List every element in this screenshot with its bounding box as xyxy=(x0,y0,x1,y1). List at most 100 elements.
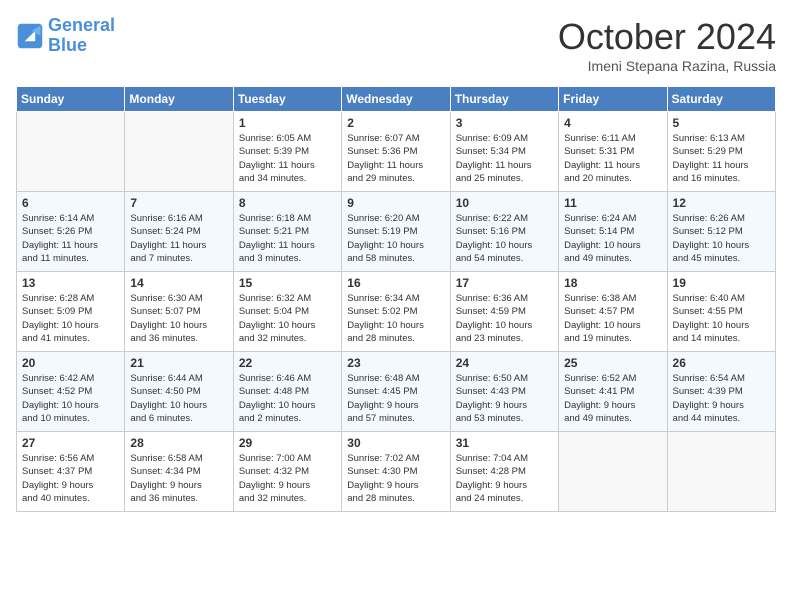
day-info: Sunrise: 6:40 AM Sunset: 4:55 PM Dayligh… xyxy=(673,292,770,345)
calendar-cell: 7 Sunrise: 6:16 AM Sunset: 5:24 PM Daylig… xyxy=(125,192,233,272)
calendar-cell: 27 Sunrise: 6:56 AM Sunset: 4:37 PM Dayli… xyxy=(17,432,125,512)
day-info: Sunrise: 6:09 AM Sunset: 5:34 PM Dayligh… xyxy=(456,132,553,185)
day-info: Sunrise: 6:46 AM Sunset: 4:48 PM Dayligh… xyxy=(239,372,336,425)
day-info: Sunrise: 6:44 AM Sunset: 4:50 PM Dayligh… xyxy=(130,372,227,425)
calendar-table: SundayMondayTuesdayWednesdayThursdayFrid… xyxy=(16,86,776,512)
day-number: 22 xyxy=(239,356,336,370)
day-info: Sunrise: 6:16 AM Sunset: 5:24 PM Dayligh… xyxy=(130,212,227,265)
calendar-cell: 21Sunrise: 6:44 AM Sunset: 4:50 PM Dayli… xyxy=(125,352,233,432)
day-info: Sunrise: 6:56 AM Sunset: 4:37 PM Dayligh… xyxy=(22,452,119,505)
calendar-week-4: 20 Sunrise: 6:42 AM Sunset: 4:52 PM Dayli… xyxy=(17,352,776,432)
day-number: 11 xyxy=(564,196,661,210)
day-number: 15 xyxy=(239,276,336,290)
calendar-cell: 9Sunrise: 6:20 AM Sunset: 5:19 PM Daylig… xyxy=(342,192,450,272)
calendar-cell: 10 Sunrise: 6:22 AM Sunset: 5:16 PM Dayli… xyxy=(450,192,558,272)
weekday-header-monday: Monday xyxy=(125,87,233,112)
day-info: Sunrise: 6:42 AM Sunset: 4:52 PM Dayligh… xyxy=(22,372,119,425)
calendar-cell: 22 Sunrise: 6:46 AM Sunset: 4:48 PM Dayli… xyxy=(233,352,341,432)
day-info: Sunrise: 7:00 AM Sunset: 4:32 PM Dayligh… xyxy=(239,452,336,505)
calendar-cell: 16Sunrise: 6:34 AM Sunset: 5:02 PM Dayli… xyxy=(342,272,450,352)
day-number: 3 xyxy=(456,116,553,130)
calendar-cell xyxy=(559,432,667,512)
day-number: 13 xyxy=(22,276,119,290)
calendar-cell: 20 Sunrise: 6:42 AM Sunset: 4:52 PM Dayli… xyxy=(17,352,125,432)
calendar-cell: 14Sunrise: 6:30 AM Sunset: 5:07 PM Dayli… xyxy=(125,272,233,352)
day-info: Sunrise: 7:04 AM Sunset: 4:28 PM Dayligh… xyxy=(456,452,553,505)
calendar-cell: 6 Sunrise: 6:14 AM Sunset: 5:26 PM Daylig… xyxy=(17,192,125,272)
day-info: Sunrise: 6:24 AM Sunset: 5:14 PM Dayligh… xyxy=(564,212,661,265)
calendar-cell: 23 Sunrise: 6:48 AM Sunset: 4:45 PM Dayli… xyxy=(342,352,450,432)
day-number: 17 xyxy=(456,276,553,290)
day-number: 30 xyxy=(347,436,444,450)
day-number: 20 xyxy=(22,356,119,370)
logo: General Blue xyxy=(16,16,115,56)
weekday-header-sunday: Sunday xyxy=(17,87,125,112)
month-title: October 2024 xyxy=(558,16,776,58)
day-info: Sunrise: 6:26 AM Sunset: 5:12 PM Dayligh… xyxy=(673,212,770,265)
page-header: General Blue October 2024 Imeni Stepana … xyxy=(16,16,776,74)
weekday-header-saturday: Saturday xyxy=(667,87,775,112)
calendar-week-1: 1 Sunrise: 6:05 AM Sunset: 5:39 PM Daylig… xyxy=(17,112,776,192)
day-info: Sunrise: 6:13 AM Sunset: 5:29 PM Dayligh… xyxy=(673,132,770,185)
day-number: 16 xyxy=(347,276,444,290)
logo-text: General Blue xyxy=(48,16,115,56)
calendar-cell: 11 Sunrise: 6:24 AM Sunset: 5:14 PM Dayli… xyxy=(559,192,667,272)
day-number: 19 xyxy=(673,276,770,290)
day-number: 25 xyxy=(564,356,661,370)
day-number: 28 xyxy=(130,436,227,450)
day-number: 27 xyxy=(22,436,119,450)
weekday-header-tuesday: Tuesday xyxy=(233,87,341,112)
day-info: Sunrise: 6:48 AM Sunset: 4:45 PM Dayligh… xyxy=(347,372,444,425)
day-number: 9 xyxy=(347,196,444,210)
day-info: Sunrise: 6:30 AM Sunset: 5:07 PM Dayligh… xyxy=(130,292,227,345)
calendar-cell: 8Sunrise: 6:18 AM Sunset: 5:21 PM Daylig… xyxy=(233,192,341,272)
day-number: 24 xyxy=(456,356,553,370)
day-info: Sunrise: 6:11 AM Sunset: 5:31 PM Dayligh… xyxy=(564,132,661,185)
calendar-cell: 13 Sunrise: 6:28 AM Sunset: 5:09 PM Dayli… xyxy=(17,272,125,352)
day-number: 2 xyxy=(347,116,444,130)
day-number: 5 xyxy=(673,116,770,130)
calendar-week-2: 6 Sunrise: 6:14 AM Sunset: 5:26 PM Daylig… xyxy=(17,192,776,272)
day-info: Sunrise: 6:07 AM Sunset: 5:36 PM Dayligh… xyxy=(347,132,444,185)
calendar-week-5: 27 Sunrise: 6:56 AM Sunset: 4:37 PM Dayli… xyxy=(17,432,776,512)
day-info: Sunrise: 6:54 AM Sunset: 4:39 PM Dayligh… xyxy=(673,372,770,425)
weekday-header-thursday: Thursday xyxy=(450,87,558,112)
day-info: Sunrise: 6:14 AM Sunset: 5:26 PM Dayligh… xyxy=(22,212,119,265)
logo-line2: Blue xyxy=(48,35,87,55)
calendar-cell: 3 Sunrise: 6:09 AM Sunset: 5:34 PM Daylig… xyxy=(450,112,558,192)
title-block: October 2024 Imeni Stepana Razina, Russi… xyxy=(558,16,776,74)
calendar-cell: 24Sunrise: 6:50 AM Sunset: 4:43 PM Dayli… xyxy=(450,352,558,432)
day-info: Sunrise: 7:02 AM Sunset: 4:30 PM Dayligh… xyxy=(347,452,444,505)
calendar-cell: 30 Sunrise: 7:02 AM Sunset: 4:30 PM Dayli… xyxy=(342,432,450,512)
weekday-header-row: SundayMondayTuesdayWednesdayThursdayFrid… xyxy=(17,87,776,112)
calendar-cell: 25Sunrise: 6:52 AM Sunset: 4:41 PM Dayli… xyxy=(559,352,667,432)
day-info: Sunrise: 6:22 AM Sunset: 5:16 PM Dayligh… xyxy=(456,212,553,265)
day-info: Sunrise: 6:36 AM Sunset: 4:59 PM Dayligh… xyxy=(456,292,553,345)
day-info: Sunrise: 6:32 AM Sunset: 5:04 PM Dayligh… xyxy=(239,292,336,345)
calendar-cell: 12 Sunrise: 6:26 AM Sunset: 5:12 PM Dayli… xyxy=(667,192,775,272)
day-number: 18 xyxy=(564,276,661,290)
day-number: 1 xyxy=(239,116,336,130)
day-number: 7 xyxy=(130,196,227,210)
day-number: 12 xyxy=(673,196,770,210)
calendar-cell: 28 Sunrise: 6:58 AM Sunset: 4:34 PM Dayli… xyxy=(125,432,233,512)
calendar-cell: 1 Sunrise: 6:05 AM Sunset: 5:39 PM Daylig… xyxy=(233,112,341,192)
day-number: 29 xyxy=(239,436,336,450)
weekday-header-wednesday: Wednesday xyxy=(342,87,450,112)
calendar-cell: 2 Sunrise: 6:07 AM Sunset: 5:36 PM Daylig… xyxy=(342,112,450,192)
logo-icon xyxy=(16,22,44,50)
day-info: Sunrise: 6:28 AM Sunset: 5:09 PM Dayligh… xyxy=(22,292,119,345)
location-subtitle: Imeni Stepana Razina, Russia xyxy=(558,58,776,74)
day-info: Sunrise: 6:18 AM Sunset: 5:21 PM Dayligh… xyxy=(239,212,336,265)
calendar-week-3: 13 Sunrise: 6:28 AM Sunset: 5:09 PM Dayli… xyxy=(17,272,776,352)
day-number: 6 xyxy=(22,196,119,210)
logo-line1: General xyxy=(48,15,115,35)
day-number: 23 xyxy=(347,356,444,370)
day-info: Sunrise: 6:58 AM Sunset: 4:34 PM Dayligh… xyxy=(130,452,227,505)
day-info: Sunrise: 6:05 AM Sunset: 5:39 PM Dayligh… xyxy=(239,132,336,185)
day-number: 31 xyxy=(456,436,553,450)
day-number: 10 xyxy=(456,196,553,210)
weekday-header-friday: Friday xyxy=(559,87,667,112)
day-number: 26 xyxy=(673,356,770,370)
calendar-cell: 26 Sunrise: 6:54 AM Sunset: 4:39 PM Dayli… xyxy=(667,352,775,432)
